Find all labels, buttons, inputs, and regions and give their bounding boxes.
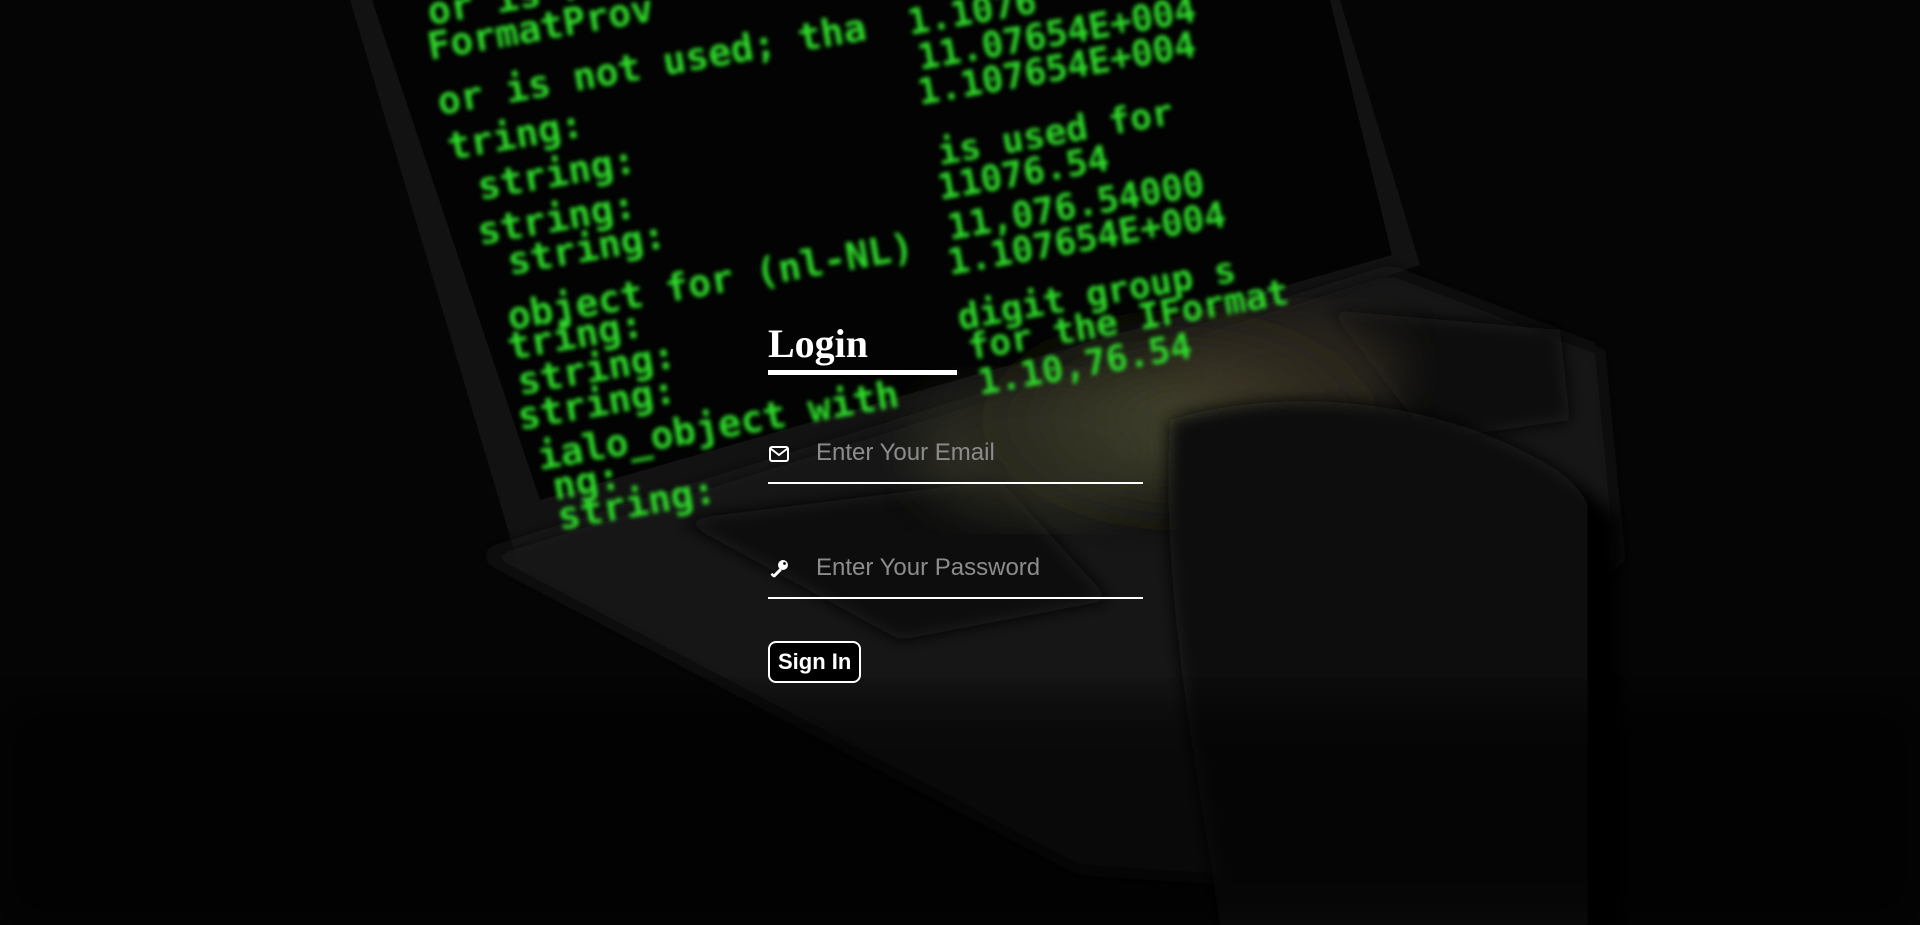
sign-in-button[interactable]: Sign In — [768, 641, 862, 683]
key-icon — [768, 558, 790, 580]
email-input[interactable] — [816, 432, 1136, 474]
title-underline — [768, 370, 957, 375]
login-title: Login — [768, 321, 869, 366]
password-input[interactable] — [816, 547, 1136, 589]
email-field — [768, 432, 1143, 484]
password-field — [768, 547, 1143, 599]
envelope-icon — [768, 443, 790, 465]
login-form: Login Sign In — [768, 320, 1143, 683]
